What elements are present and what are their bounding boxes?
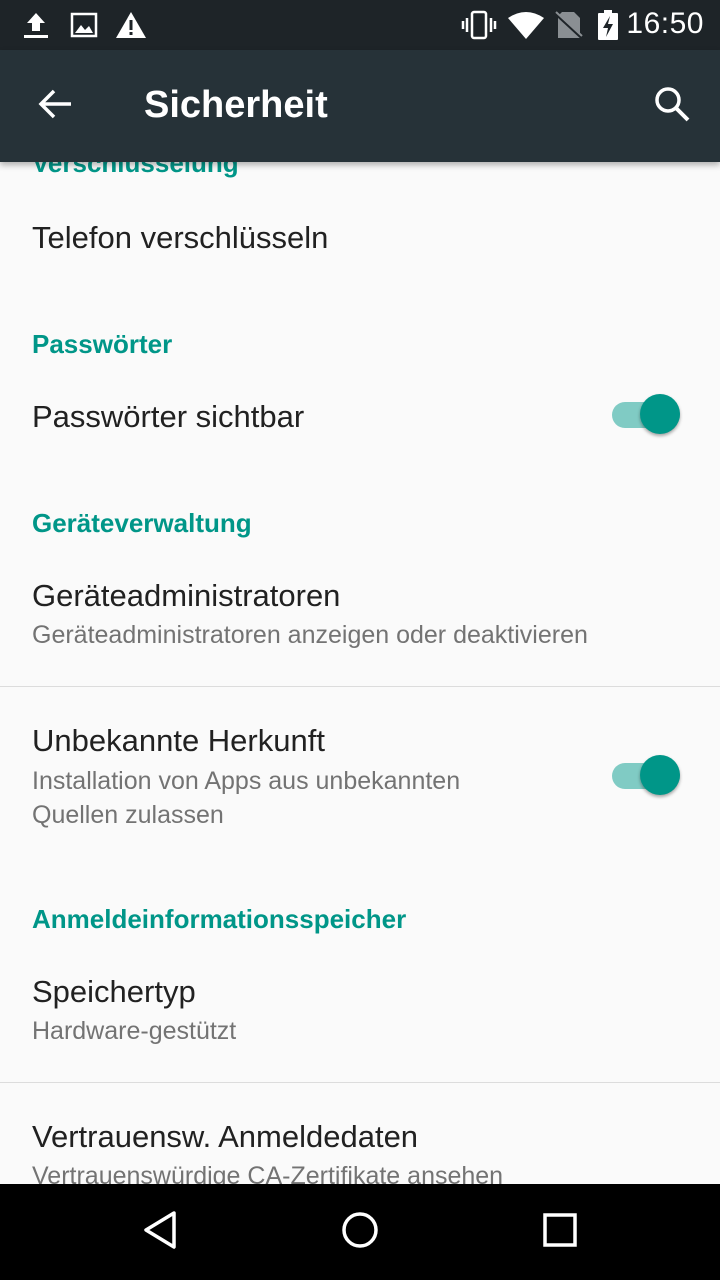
search-button[interactable] <box>642 76 702 136</box>
vibrate-icon <box>460 10 498 40</box>
passwords-visible-toggle[interactable] <box>610 392 684 436</box>
search-icon <box>653 85 691 128</box>
status-time: 16:50 <box>626 7 704 40</box>
unknown-sources-toggle[interactable] <box>610 753 684 797</box>
toggle-thumb <box>640 755 680 795</box>
pref-title: Speichertyp <box>32 974 196 1009</box>
app-bar: Sicherheit <box>0 50 720 162</box>
nav-back-button[interactable] <box>120 1202 200 1262</box>
status-bar: 16:50 <box>0 0 720 50</box>
nav-home-button[interactable] <box>320 1202 400 1262</box>
pref-title: Passwörter sichtbar <box>32 399 305 434</box>
category-device-admin: Geräteverwaltung <box>32 508 252 538</box>
toggle-thumb <box>640 394 680 434</box>
recents-square-icon <box>542 1212 578 1253</box>
home-circle-icon <box>340 1210 380 1255</box>
pref-summary: Hardware-gestützt <box>32 1017 237 1045</box>
pref-summary-line2: Quellen zulassen <box>32 801 224 829</box>
no-sim-icon <box>554 10 584 40</box>
upload-icon <box>20 10 52 40</box>
battery-charging-icon <box>596 10 620 40</box>
pref-title: Telefon verschlüsseln <box>32 220 329 255</box>
back-triangle-icon <box>140 1209 180 1256</box>
wifi-icon <box>506 10 546 40</box>
navigation-bar <box>0 1184 720 1280</box>
category-credential-storage: Anmeldeinformationsspeicher <box>32 904 407 934</box>
settings-list[interactable]: Verschlüsselung Telefon verschlüsseln Pa… <box>0 162 720 1184</box>
pref-device-admins[interactable]: Geräteadministratoren Geräteadministrato… <box>0 548 720 686</box>
arrow-back-icon <box>38 88 74 125</box>
pref-trusted-credentials[interactable]: Vertrauensw. Anmeldedaten Vertrauenswürd… <box>0 1083 720 1184</box>
nav-recents-button[interactable] <box>520 1202 600 1262</box>
pref-summary: Vertrauenswürdige CA-Zertifikate ansehen <box>32 1162 504 1184</box>
page-title: Sicherheit <box>144 84 328 126</box>
pref-title: Vertrauensw. Anmeldedaten <box>32 1119 419 1154</box>
warning-icon <box>114 10 148 40</box>
pref-storage-type[interactable]: Speichertyp Hardware-gestützt <box>0 944 720 1082</box>
back-button[interactable] <box>24 78 88 134</box>
pref-title: Unbekannte Herkunft <box>32 723 325 758</box>
image-icon <box>70 10 98 40</box>
category-passwords: Passwörter <box>32 329 173 359</box>
pref-summary: Geräteadministratoren anzeigen oder deak… <box>32 621 588 649</box>
category-encryption: Verschlüsselung <box>32 162 239 178</box>
pref-summary-line1: Installation von Apps aus unbekannten <box>32 767 461 795</box>
pref-title: Geräteadministratoren <box>32 578 341 613</box>
pref-encrypt-phone[interactable]: Telefon verschlüsseln <box>0 184 720 288</box>
